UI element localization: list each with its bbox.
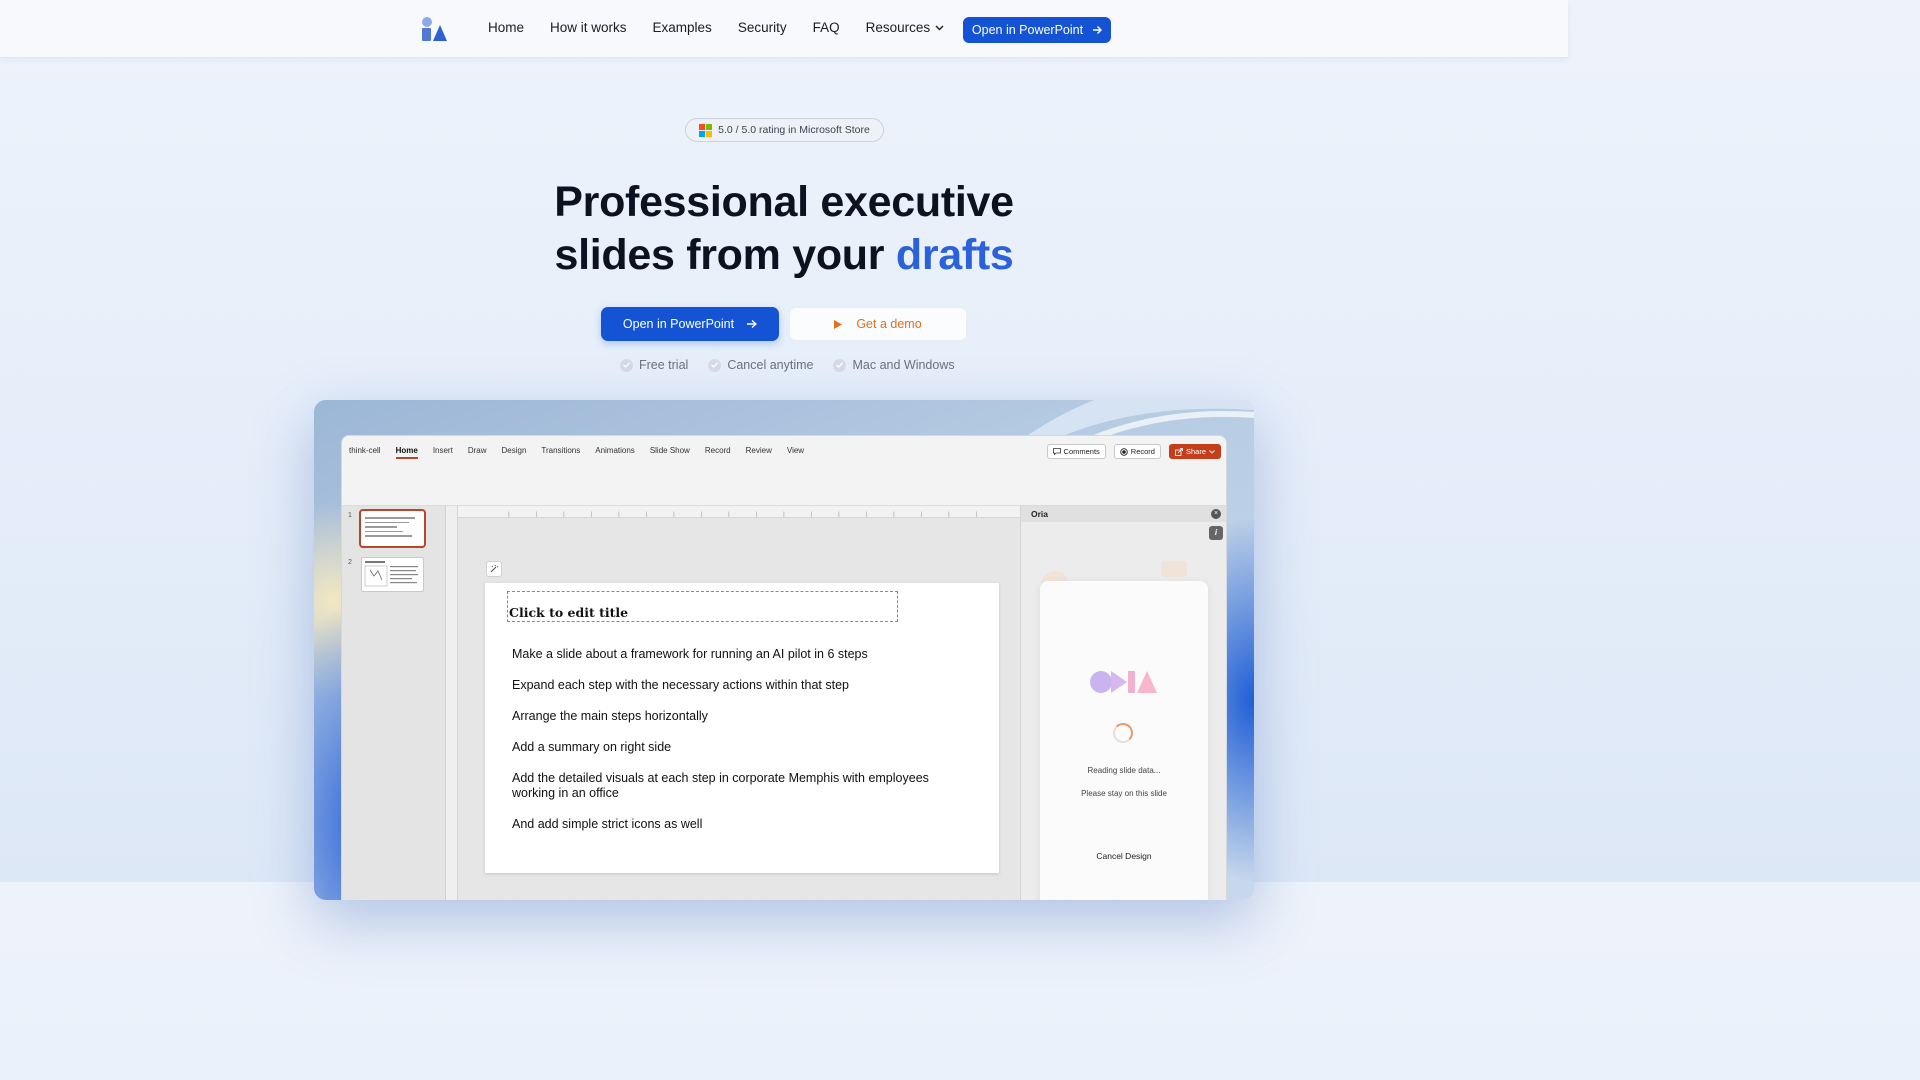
rating-text: 5.0 / 5.0 rating in Microsoft Store	[718, 124, 870, 136]
slide-bullet: Expand each step with the necessary acti…	[512, 678, 849, 692]
ribbon-toolbar	[342, 470, 1226, 506]
status-reading: Reading slide data...	[1087, 766, 1161, 775]
check-item: Free trial	[620, 358, 688, 372]
horizontal-ruler	[458, 506, 1020, 518]
slide-title-placeholder[interactable]: Click to edit title	[507, 591, 898, 622]
ribbon-tab-slide-show[interactable]: Slide Show	[650, 446, 690, 455]
nav-link-faq[interactable]: FAQ	[813, 20, 840, 35]
check-label: Cancel anytime	[727, 358, 814, 372]
info-icon[interactable]: i	[1209, 526, 1223, 540]
oria-panel: Oria × i Reading slide data... Please st…	[1020, 506, 1226, 900]
nav-resources-label: Resources	[865, 20, 931, 35]
cancel-design-button[interactable]: Cancel Design	[1040, 851, 1208, 861]
nav-link-how-it-works[interactable]: How it works	[550, 20, 627, 35]
feature-checks: Free trial Cancel anytime Mac and Window…	[620, 358, 955, 372]
loading-spinner	[1113, 723, 1133, 743]
record-icon	[1120, 447, 1128, 456]
check-circle-icon	[620, 358, 633, 372]
slide-bullet: Make a slide about a framework for runni…	[512, 647, 868, 661]
ribbon-tab-record[interactable]: Record	[705, 446, 731, 455]
nav-open-in-powerpoint-button[interactable]: Open in PowerPoint	[963, 17, 1111, 43]
check-circle-icon	[708, 358, 722, 372]
share-button[interactable]: Share	[1168, 444, 1221, 459]
oria-logo-icon	[1090, 671, 1157, 693]
headline-line-2: slides from your drafts	[0, 229, 1568, 282]
ribbon-tab-home[interactable]: Home	[395, 446, 419, 459]
arrow-right-icon	[1093, 26, 1103, 34]
ribbon-tab-view[interactable]: View	[787, 446, 804, 455]
rating-badge: 5.0 / 5.0 rating in Microsoft Store	[685, 118, 884, 142]
play-icon	[834, 319, 843, 329]
slide-bullet: And add simple strict icons as well	[512, 817, 703, 831]
check-item: Mac and Windows	[833, 358, 955, 372]
ribbon-tab-think-cell[interactable]: think-cell	[349, 446, 381, 455]
get-a-demo-button[interactable]: Get a demo	[789, 307, 967, 341]
record-label: Record	[1130, 447, 1155, 456]
chevron-down-icon	[1209, 449, 1215, 454]
ribbon-tab-draw[interactable]: Draw	[468, 446, 487, 455]
comment-icon	[1052, 448, 1061, 455]
slide-body[interactable]: Make a slide about a framework for runni…	[512, 647, 972, 848]
magic-wand-icon[interactable]	[486, 561, 502, 577]
open-in-powerpoint-button[interactable]: Open in PowerPoint	[601, 307, 779, 341]
share-icon	[1175, 447, 1183, 456]
primary-button-label: Open in PowerPoint	[622, 317, 735, 331]
headline-line-2-text: slides from your	[554, 231, 896, 279]
ribbon-actions: Comments Record Share	[1046, 444, 1221, 459]
ribbon-tab-review[interactable]: Review	[746, 446, 772, 455]
status-stay: Please stay on this slide	[1081, 789, 1167, 798]
slide-thumbnail-1[interactable]	[359, 509, 426, 548]
nav-cta-label: Open in PowerPoint	[971, 23, 1084, 37]
nav-link-home[interactable]: Home	[488, 20, 524, 35]
comments-label: Comments	[1063, 447, 1100, 456]
slide-number: 2	[348, 559, 352, 566]
slide-bullet: Add the detailed visuals at each step in…	[512, 771, 929, 800]
ribbon-tab-design[interactable]: Design	[502, 446, 527, 455]
comments-button[interactable]: Comments	[1046, 444, 1106, 459]
headline-line-1: Professional executive	[554, 178, 1014, 226]
ribbon-tab-animations[interactable]: Animations	[595, 446, 635, 455]
ribbon-tab-transitions[interactable]: Transitions	[541, 446, 580, 455]
check-item: Cancel anytime	[708, 358, 813, 372]
slide-number: 1	[348, 512, 352, 519]
hero-headline: Professional executive slides from your …	[0, 176, 1568, 282]
arrow-right-icon	[747, 319, 758, 329]
check-label: Free trial	[639, 358, 689, 372]
demo-button-label: Get a demo	[856, 317, 922, 331]
logo-icon[interactable]	[421, 16, 447, 42]
panel-title: Oria	[1021, 506, 1226, 522]
chevron-down-icon	[935, 25, 944, 30]
nav-links: Home How it works Examples Security FAQ …	[488, 20, 970, 35]
check-circle-icon	[833, 358, 847, 372]
product-showcase: think-cell Home Insert Draw Design Trans…	[314, 400, 1254, 900]
close-icon[interactable]: ×	[1211, 509, 1221, 519]
check-label: Mac and Windows	[852, 358, 955, 372]
slide-bullet: Add a summary on right side	[512, 740, 672, 754]
slide-thumbnail-2[interactable]	[361, 557, 424, 592]
slide-thumbnails: 1 2	[342, 506, 446, 900]
decorative-blob	[1161, 561, 1187, 577]
nav-link-security[interactable]: Security	[738, 20, 787, 35]
record-button[interactable]: Record	[1113, 444, 1161, 459]
microsoft-logo-icon	[699, 123, 713, 137]
top-nav: Home How it works Examples Security FAQ …	[0, 0, 1568, 58]
oria-status-card: Reading slide data... Please stay on thi…	[1040, 581, 1208, 900]
ribbon-tab-insert[interactable]: Insert	[433, 446, 453, 455]
slide-bullet: Arrange the main steps horizontally	[512, 709, 708, 723]
nav-link-examples[interactable]: Examples	[653, 20, 712, 35]
nav-resources-dropdown[interactable]: Resources	[866, 20, 945, 35]
ribbon-tabs: think-cell Home Insert Draw Design Trans…	[349, 446, 819, 459]
vertical-ruler	[446, 506, 458, 900]
powerpoint-window: think-cell Home Insert Draw Design Trans…	[341, 435, 1227, 900]
share-label: Share	[1185, 447, 1206, 456]
slide[interactable]: Click to edit title Make a slide about a…	[485, 583, 999, 873]
headline-accent: drafts	[895, 231, 1014, 279]
